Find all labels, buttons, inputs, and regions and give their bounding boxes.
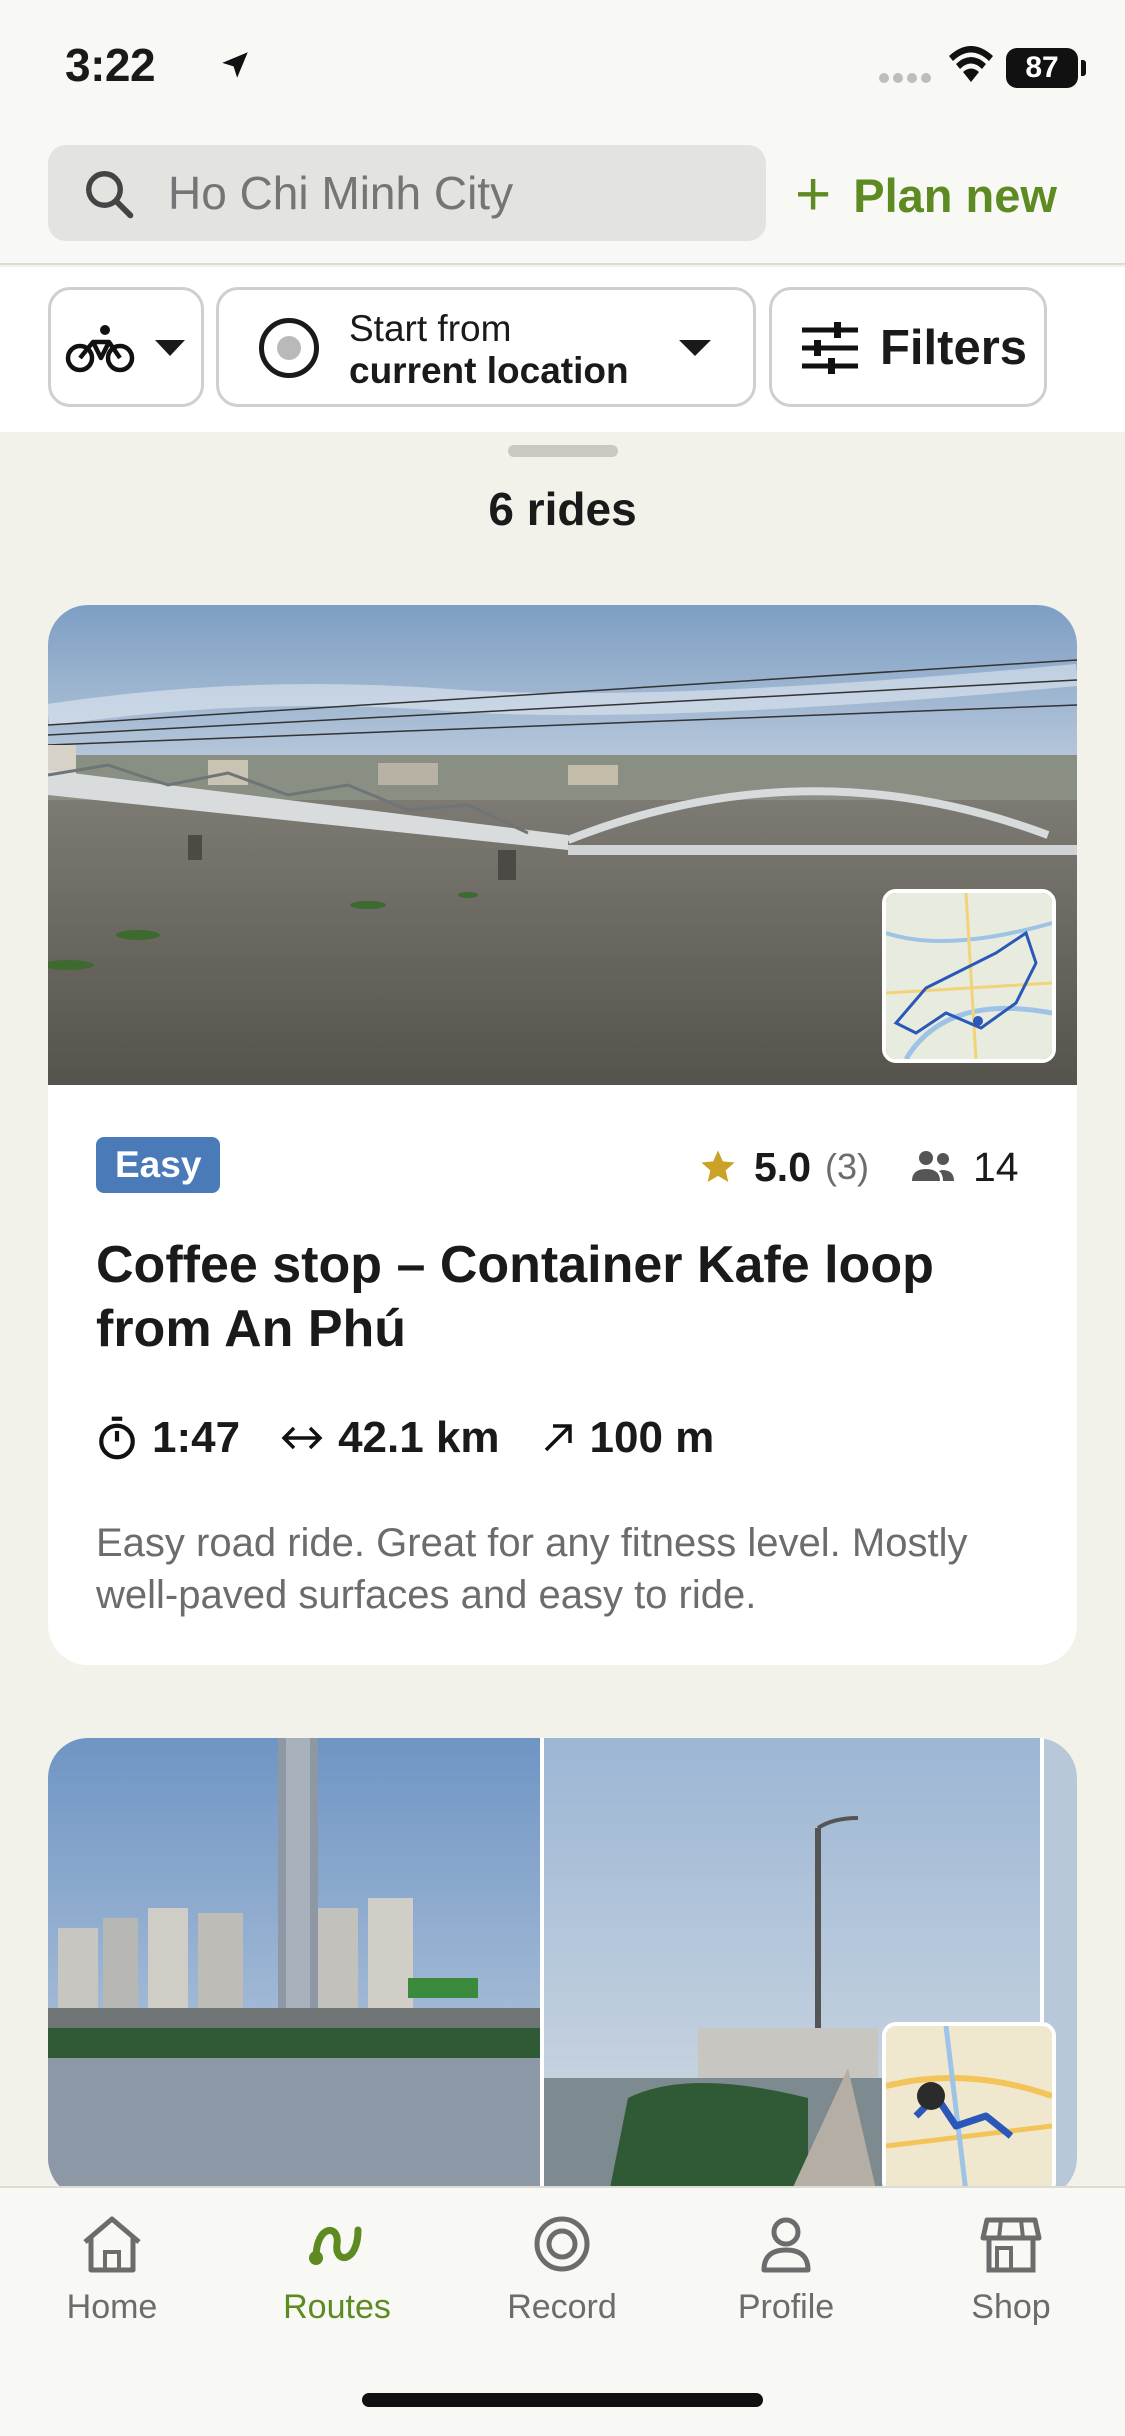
current-location-icon [259,318,319,378]
chevron-down-icon [155,340,185,356]
rating-value: 5.0 [754,1143,811,1190]
search-box[interactable] [48,145,766,241]
start-from-label: Start from [349,308,512,349]
nav-label: Routes [283,2288,391,2326]
elevation-arrow-icon [544,1424,572,1452]
riders-count: 14 [973,1143,1019,1190]
nav-label: Profile [737,2288,835,2326]
road-bike-icon [65,325,135,373]
wifi-icon [949,46,993,82]
ride-card[interactable]: Easy 5.0 (3) 14 Coffee stop – Container … [48,605,1077,1665]
status-time: 3:22 [65,39,156,91]
start-location-dropdown[interactable]: Start from current location [216,287,756,407]
ride-photo [48,1738,1077,2198]
distance-arrows-icon [281,1426,323,1450]
distance-stat: 42.1 km [280,1413,500,1463]
nav-label: Record [507,2288,617,2326]
nav-item-record[interactable]: Record [482,2214,642,2327]
duration-value: 1:47 [152,1413,241,1462]
sport-type-dropdown[interactable] [48,287,204,407]
ride-stats: 1:47 42.1 km 100 m [96,1413,754,1463]
battery-tip [1081,60,1086,76]
elevation-stat: 100 m [540,1413,715,1463]
route-map-thumbnail[interactable] [882,2022,1056,2196]
plus-icon: + [795,160,832,229]
home-indicator [362,2393,763,2407]
elevation-value: 100 m [589,1413,715,1462]
shop-icon [980,2217,1042,2273]
rating-row: 5.0 (3) 14 [698,1139,1019,1195]
search-header: + Plan new [0,135,1125,265]
nav-item-home[interactable]: Home [32,2214,192,2327]
ride-card[interactable] [48,1738,1077,2198]
people-icon [912,1151,954,1181]
rating-count: (3) [825,1146,869,1187]
filters-button[interactable]: Filters [769,287,1047,407]
ride-photo [48,605,1077,1085]
search-icon [86,171,134,219]
stopwatch-icon [99,1416,135,1460]
battery-indicator: 87 [1006,48,1078,88]
profile-icon [761,2217,811,2273]
home-icon [83,2216,141,2273]
distance-value: 42.1 km [338,1413,500,1462]
nav-label: Shop [971,2288,1051,2326]
duration-stat: 1:47 [96,1413,240,1463]
difficulty-badge: Easy [96,1137,221,1193]
nav-item-routes[interactable]: Routes [257,2214,417,2327]
location-arrow-icon [222,52,248,78]
record-icon [534,2216,590,2272]
nav-item-profile[interactable]: Profile [706,2214,866,2327]
nav-item-shop[interactable]: Shop [931,2214,1091,2327]
sheet-drag-handle[interactable] [508,445,618,457]
filter-bar: Start from current location Filters [0,267,1125,432]
rides-count: 6 rides [488,483,637,535]
routes-icon [309,2226,362,2265]
plan-new-label: Plan new [853,168,1057,222]
sliders-icon [802,322,858,374]
signal-icon [879,73,931,83]
start-location-value: current location [349,350,629,391]
ride-description: Easy road ride. Great for any fitness le… [96,1521,968,1617]
nav-label: Home [66,2288,158,2326]
search-input[interactable] [168,145,748,241]
plan-new-button[interactable]: + Plan new [795,160,1057,229]
ride-title: Coffee stop – Container Kafe loop from A… [96,1236,934,1358]
status-bar: 3:22 87 [0,0,1125,135]
route-map-thumbnail[interactable] [882,889,1056,1063]
chevron-down-icon [679,340,711,356]
star-icon [701,1150,735,1182]
filters-label: Filters [880,321,1028,375]
